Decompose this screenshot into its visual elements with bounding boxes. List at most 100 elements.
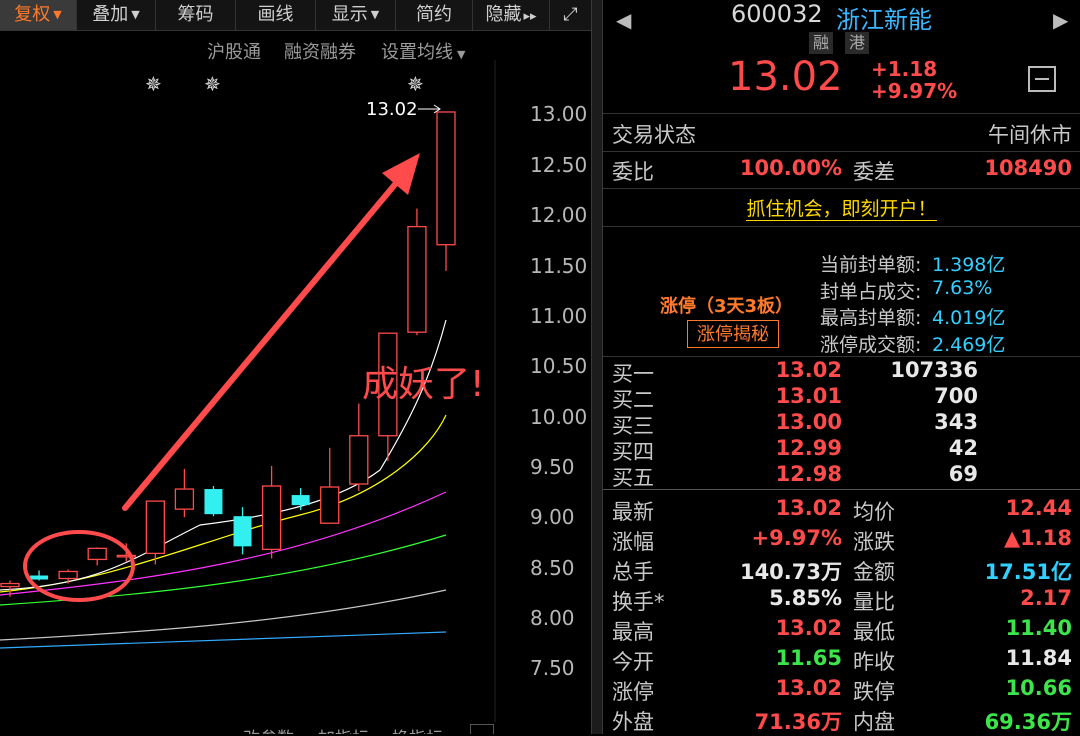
candle-body[interactable] — [436, 111, 456, 246]
moving-average-line — [0, 534, 447, 606]
stat-value: 12.44 — [1005, 496, 1072, 520]
weicha-value: 108490 — [984, 156, 1072, 180]
limit-row-label: 封单占成交: — [820, 281, 922, 303]
candle-body[interactable] — [291, 495, 310, 506]
stat-value: 11.84 — [1005, 646, 1072, 670]
stat-label: 内盘 — [853, 710, 895, 734]
quote-panel: ◀ ▶ 600032 浙江新能 融 港 13.02 +1.18 +9.97% 交… — [603, 0, 1080, 734]
indicator-tabs: 改参数 加指标 换指标 — [0, 722, 591, 734]
candle-body[interactable] — [174, 488, 195, 510]
moving-average-line — [0, 491, 447, 596]
candle-body[interactable] — [407, 225, 427, 333]
y-tick: 9.00 — [530, 505, 575, 529]
divider — [603, 489, 1080, 490]
next-stock-arrow-icon[interactable]: ▶ — [1053, 8, 1068, 32]
hk-connect-tag: 港 — [845, 32, 869, 54]
stat-label: 总手 — [612, 560, 654, 584]
bid-price: 13.00 — [775, 410, 842, 434]
edit-params-tab[interactable]: 改参数 — [243, 724, 294, 734]
bid-volume: 107336 — [890, 358, 978, 382]
candle-body[interactable] — [349, 435, 369, 485]
weibi-label: 委比 — [612, 160, 654, 184]
candle-body[interactable] — [204, 489, 223, 515]
stat-label: 涨跌 — [853, 530, 895, 554]
limit-up-title: 涨停（3天3板） — [660, 296, 794, 317]
divider — [603, 226, 1080, 227]
candle-body[interactable] — [0, 582, 20, 588]
stat-value: 5.85% — [769, 586, 842, 610]
bid-price: 13.01 — [775, 384, 842, 408]
stat-value: 69.36万 — [984, 710, 1072, 734]
chart-annotation: 成妖了! — [362, 364, 485, 405]
trade-status-label: 交易状态 — [612, 123, 696, 147]
open-account-link[interactable]: 抓住机会，即刻开户！ — [603, 194, 1080, 221]
stat-label: 涨幅 — [612, 530, 654, 554]
limit-row-value: 7.63% — [932, 277, 993, 299]
switch-indicator-tab[interactable]: 换指标 — [392, 724, 443, 734]
stat-label: 今开 — [612, 650, 654, 674]
candle-body[interactable] — [87, 547, 107, 561]
trade-status-value: 午间休市 — [988, 123, 1072, 147]
candlestick-chart[interactable]: 13.02 — [0, 0, 591, 734]
stat-label: 均价 — [853, 500, 895, 524]
candle-body[interactable] — [261, 485, 282, 551]
stat-value: 13.02 — [775, 676, 842, 700]
stat-value: 11.40 — [1005, 616, 1072, 640]
divider — [603, 356, 1080, 357]
stat-value: 13.02 — [775, 496, 842, 520]
last-price-marker: 13.02 — [366, 99, 418, 120]
y-tick: 12.50 — [530, 153, 588, 177]
margin-tag: 融 — [809, 32, 833, 54]
stock-name[interactable]: 浙江新能 — [836, 0, 932, 35]
divider — [603, 151, 1080, 152]
candle-body[interactable] — [58, 570, 78, 580]
candle-body[interactable] — [30, 575, 49, 580]
weicha-label: 委差 — [853, 160, 895, 184]
y-tick: 8.00 — [530, 606, 575, 630]
y-tick: 12.00 — [530, 203, 588, 227]
y-tick: 8.50 — [530, 556, 575, 580]
y-tick: 7.50 — [530, 656, 575, 680]
bid-volume: 69 — [948, 462, 978, 486]
bid-volume: 343 — [934, 410, 978, 434]
stat-label: 量比 — [853, 590, 895, 614]
promo-text: 抓住机会，即刻开户！ — [746, 198, 937, 221]
candle-body[interactable] — [233, 516, 252, 547]
stat-value: 71.36万 — [754, 710, 842, 734]
prev-stock-arrow-icon[interactable]: ◀ — [616, 8, 631, 32]
y-tick: 9.50 — [530, 455, 575, 479]
divider — [603, 188, 1080, 189]
candle-body[interactable] — [145, 500, 165, 555]
current-price: 13.02 — [728, 54, 843, 100]
stat-value: +9.97% — [751, 526, 842, 550]
kline-panel[interactable]: 复权 ▼ 叠加 ▼ 筹码 画线 显示 ▼ 简约 隐藏 ▸▸ ⤢ 沪股通 融资融券 设置均… — [0, 0, 591, 734]
price-change-pct: +9.97% — [871, 79, 958, 103]
y-tick: 13.00 — [530, 102, 588, 126]
bid-volume: 42 — [948, 436, 978, 460]
limit-up-reveal-button[interactable]: 涨停揭秘 — [687, 320, 779, 348]
stat-value: 13.02 — [775, 616, 842, 640]
y-tick: 10.00 — [530, 405, 588, 429]
divider — [603, 113, 1080, 114]
add-indicator-tab[interactable]: 加指标 — [318, 724, 369, 734]
collapse-panel-button[interactable] — [1028, 66, 1056, 92]
bid-volume: 700 — [934, 384, 978, 408]
panel-splitter[interactable] — [591, 0, 603, 734]
price-change: +1.18 — [871, 57, 938, 81]
stat-value: 17.51亿 — [984, 560, 1072, 584]
limit-row-value: 2.469亿 — [932, 334, 1006, 356]
limit-row-label: 最高封单额: — [820, 307, 922, 329]
stat-label: 最新 — [612, 500, 654, 524]
limit-row-value: 4.019亿 — [932, 307, 1006, 329]
collapse-button[interactable] — [470, 724, 494, 734]
stat-label: 最低 — [853, 620, 895, 644]
y-tick: 10.50 — [530, 354, 588, 378]
stat-value: 11.65 — [775, 646, 842, 670]
y-tick: 11.00 — [530, 304, 588, 328]
candle-body[interactable] — [320, 486, 340, 524]
stat-label: 最高 — [612, 620, 654, 644]
stat-label: 昨收 — [853, 650, 895, 674]
stat-label: 涨停 — [612, 680, 654, 704]
bid-price: 12.98 — [775, 462, 842, 486]
trend-arrow — [122, 153, 420, 511]
